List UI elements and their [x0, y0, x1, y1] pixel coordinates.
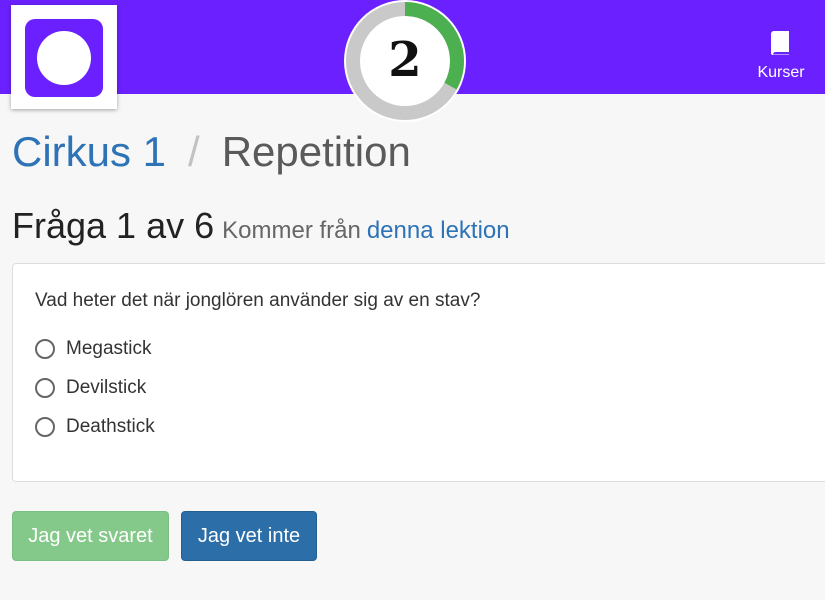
courses-nav-button[interactable]: Kurser [745, 30, 817, 86]
answer-option-1[interactable]: Megastick [35, 335, 152, 363]
question-source-link[interactable]: denna lektion [367, 217, 510, 244]
radio-button[interactable] [35, 339, 55, 359]
question-text: Vad heter det när jonglören använder sig… [35, 290, 481, 311]
answer-option-label: Deathstick [66, 416, 155, 437]
progress-indicator: 2 [344, 0, 466, 122]
logo-mark [25, 19, 103, 97]
answer-option-label: Devilstick [66, 377, 147, 398]
question-counter: Fråga 1 av 6 [12, 205, 215, 246]
radio-button[interactable] [35, 417, 55, 437]
breadcrumb-separator: / [188, 128, 200, 175]
radio-button[interactable] [35, 378, 55, 398]
answer-option-3[interactable]: Deathstick [35, 413, 155, 441]
breadcrumb-course-link[interactable]: Cirkus 1 [12, 128, 166, 175]
book-icon [771, 31, 789, 55]
progress-count: 2 [388, 32, 422, 88]
i-dont-know-button[interactable]: Jag vet inte [181, 511, 317, 561]
question-card: Vad heter det när jonglören använder sig… [12, 263, 825, 482]
breadcrumb-current: Repetition [221, 128, 411, 175]
logo-dot [37, 31, 91, 85]
answer-option-2[interactable]: Devilstick [35, 374, 146, 402]
courses-label: Kurser [757, 64, 805, 81]
breadcrumb: Cirkus 1 / Repetition [12, 124, 411, 180]
question-header: Fråga 1 av 6 Kommer från denna lektion [12, 205, 510, 247]
answer-option-label: Megastick [66, 338, 152, 359]
question-source-prefix: Kommer från [222, 217, 361, 244]
app-logo[interactable] [11, 5, 117, 109]
i-know-answer-button[interactable]: Jag vet svaret [12, 511, 169, 561]
